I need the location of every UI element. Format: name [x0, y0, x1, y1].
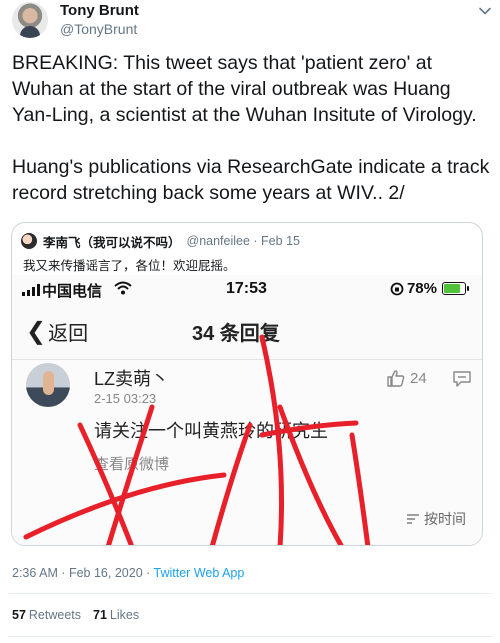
retweets-stat[interactable]: 57 Retweets: [12, 608, 81, 622]
back-button[interactable]: ❮ 返回: [26, 317, 88, 346]
retweets-label: Retweets: [28, 608, 82, 622]
reply-comment: LZ卖萌丶 2-15 03:23 24 请关注一个叫黄燕玲的研究生 查看原微博: [12, 361, 482, 545]
tweet-stats: 57 Retweets 71 Likes: [12, 608, 139, 622]
author-handle[interactable]: @TonyBrunt: [60, 20, 139, 38]
signal-icon: [22, 284, 40, 296]
divider: [12, 359, 482, 360]
commenter-name: LZ卖萌丶: [94, 369, 170, 389]
tweet-paragraph: BREAKING: This tweet says that 'patient …: [12, 52, 477, 126]
quoted-tweet-text: 我又来传播谣言了，各位！欢迎屁摇。: [23, 259, 236, 273]
sort-label: 按时间: [424, 511, 466, 527]
comment-text: 请关注一个叫黄燕玲的研究生: [94, 421, 328, 441]
source-link[interactable]: Twitter Web App: [154, 566, 245, 580]
quoted-tweet-header: 李南飞（我可以说不吗） @nanfeilee · Feb 15: [21, 232, 300, 250]
phone-nav-bar: ❮ 返回 34 条回复: [12, 309, 482, 349]
back-arrow-icon: ❮: [26, 317, 47, 345]
embedded-screenshot: 中国电信 17:53 78% ❮ 返回 34 条回复 LZ卖萌丶 2-15 03…: [12, 275, 482, 545]
divider: [8, 593, 492, 594]
timestamp-text[interactable]: 2:36 AM · Feb 16, 2020 ·: [12, 566, 154, 580]
sort-by-time: 按时间: [406, 509, 466, 529]
back-label: 返回: [48, 323, 89, 345]
battery-percent: 78%: [406, 280, 437, 297]
like-group: 24: [386, 369, 427, 387]
quoted-avatar: [21, 233, 37, 249]
commenter-avatar: [26, 363, 70, 407]
quoted-handle-date: @nanfeilee · Feb 15: [186, 234, 300, 248]
quoted-tweet-card[interactable]: 李南飞（我可以说不吗） @nanfeilee · Feb 15 我又来传播谣言了…: [11, 222, 483, 546]
tweet-paragraph: Huang's publications via ResearchGate in…: [12, 156, 490, 204]
chevron-down-icon[interactable]: [478, 4, 492, 18]
likes-label: Likes: [109, 608, 140, 622]
rotation-lock-icon: [390, 282, 404, 295]
likes-count: 71: [93, 608, 107, 622]
wifi-icon: [114, 281, 132, 295]
phone-status-bar: 中国电信 17:53 78%: [12, 275, 482, 305]
author-display-name[interactable]: Tony Brunt: [60, 2, 139, 20]
sort-icon: [407, 514, 419, 524]
retweets-count: 57: [12, 608, 26, 622]
tweet-timestamp: 2:36 AM · Feb 16, 2020 · Twitter Web App: [12, 566, 244, 580]
comment-icon: [453, 371, 471, 387]
author-block[interactable]: Tony Brunt @TonyBrunt: [60, 2, 139, 38]
phone-clock: 17:53: [226, 280, 267, 297]
quoted-author-name: 李南飞（我可以说不吗）: [43, 235, 181, 250]
battery-group: 78%: [390, 280, 469, 297]
battery-icon: [442, 282, 469, 295]
view-original-link: 查看原微博: [94, 456, 170, 473]
avatar[interactable]: [12, 2, 48, 38]
tweet-header: Tony Brunt @TonyBrunt: [8, 2, 492, 48]
carrier-name: 中国电信: [42, 283, 103, 300]
tweet-text: BREAKING: This tweet says that 'patient …: [12, 50, 492, 232]
thumbs-up-icon: [387, 370, 405, 387]
like-count: 24: [410, 369, 427, 387]
replies-title: 34 条回复: [192, 323, 280, 345]
divider: [8, 636, 492, 637]
comment-time: 2-15 03:23: [94, 391, 157, 406]
likes-stat[interactable]: 71 Likes: [93, 608, 139, 622]
